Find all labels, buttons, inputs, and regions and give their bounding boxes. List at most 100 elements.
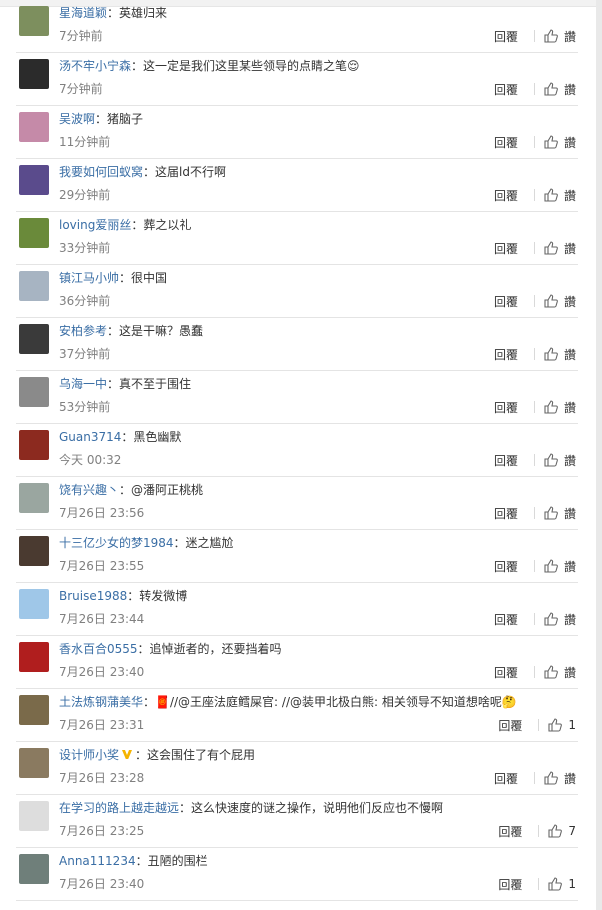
avatar[interactable] <box>19 801 49 831</box>
comment-content: ：黑色幽默 <box>121 430 182 444</box>
scrollbar-track[interactable] <box>596 0 602 910</box>
like-button[interactable]: 1 <box>547 876 576 892</box>
thumbs-up-icon <box>544 506 558 520</box>
comment-author[interactable]: 镇江马小帅 <box>59 271 119 285</box>
like-button[interactable]: 讚 <box>543 346 576 363</box>
avatar[interactable] <box>19 324 49 354</box>
avatar[interactable] <box>19 430 49 460</box>
comment-author[interactable]: 安柏参考 <box>59 324 107 338</box>
like-button[interactable]: 7 <box>547 823 576 839</box>
like-label: 讚 <box>563 665 576 680</box>
comment-time: 36分钟前 <box>59 294 111 308</box>
comment-content: ：🧧//@王座法庭鳕屎官: //@装甲北极白熊: 相关领导不知道想啥呢🤔 <box>143 695 517 709</box>
divider <box>533 83 535 95</box>
like-button[interactable]: 讚 <box>543 770 576 787</box>
divider <box>533 242 535 254</box>
avatar[interactable] <box>19 642 49 672</box>
avatar[interactable] <box>19 695 49 725</box>
comment-author[interactable]: 星海道颖 <box>59 6 107 20</box>
comment-author[interactable]: 汤不牢小宁森 <box>59 59 131 73</box>
comment-time: 7月26日 23:40 <box>59 665 145 679</box>
avatar[interactable] <box>19 218 49 248</box>
comment-time: 7月26日 23:44 <box>59 612 145 626</box>
like-button[interactable]: 讚 <box>543 240 576 257</box>
reply-button[interactable]: 回覆 <box>494 505 518 522</box>
like-button[interactable]: 1 <box>547 717 576 733</box>
comment-author[interactable]: 在学习的路上越走越远 <box>59 801 179 815</box>
like-button[interactable]: 讚 <box>543 399 576 416</box>
like-button[interactable]: 讚 <box>543 293 576 310</box>
comment-author[interactable]: 香水百合0555 <box>59 642 138 656</box>
like-label: 讚 <box>563 188 576 203</box>
comment-author[interactable]: Anna111234 <box>59 854 136 868</box>
comment-content: ：葬之以礼 <box>131 218 192 232</box>
comment-text: Anna111234：丑陋的围栏 <box>59 852 568 870</box>
comment-text: 安柏参考：这是干嘛？愚蠢 <box>59 322 568 340</box>
comment-author[interactable]: 饶有兴趣丶 <box>59 483 119 497</box>
like-button[interactable]: 讚 <box>543 452 576 469</box>
comment-item: 饶有兴趣丶：@潘阿正桃桃 7月26日 23:56 回覆 讚 <box>16 477 578 530</box>
reply-button[interactable]: 回覆 <box>494 81 518 98</box>
avatar[interactable] <box>19 6 49 36</box>
divider <box>533 295 535 307</box>
avatar[interactable] <box>19 271 49 301</box>
avatar[interactable] <box>19 854 49 884</box>
reply-button[interactable]: 回覆 <box>498 823 522 840</box>
comment-actions: 回覆 讚 <box>494 292 576 310</box>
like-button[interactable]: 讚 <box>543 187 576 204</box>
avatar[interactable] <box>19 112 49 142</box>
like-button[interactable]: 讚 <box>543 134 576 151</box>
thumbs-up-icon <box>548 824 563 838</box>
reply-button[interactable]: 回覆 <box>494 134 518 151</box>
comment-text: 我要如何回蚁窝：这届ld不行啊 <box>59 163 568 181</box>
comment-content: ：英雄归来 <box>107 6 168 20</box>
reply-button[interactable]: 回覆 <box>494 664 518 681</box>
like-button[interactable]: 讚 <box>543 81 576 98</box>
reply-button[interactable]: 回覆 <box>494 399 518 416</box>
comment-actions: 回覆 讚 <box>494 239 576 257</box>
like-button[interactable]: 讚 <box>543 611 576 628</box>
comment-author[interactable]: 土法炼钢蒲美华 <box>59 695 143 709</box>
thumbs-up-icon <box>544 241 558 255</box>
avatar[interactable] <box>19 377 49 407</box>
reply-button[interactable]: 回覆 <box>498 717 522 734</box>
avatar[interactable] <box>19 536 49 566</box>
comment-content: ：迷之尴尬 <box>173 536 234 550</box>
reply-button[interactable]: 回覆 <box>494 770 518 787</box>
comment-author[interactable]: Bruise1988 <box>59 589 127 603</box>
like-count: 1 <box>568 877 576 891</box>
like-button[interactable]: 讚 <box>543 664 576 681</box>
thumbs-up-icon <box>544 771 558 785</box>
avatar[interactable] <box>19 165 49 195</box>
reply-button[interactable]: 回覆 <box>494 346 518 363</box>
comment-content: ：真不至于围住 <box>107 377 192 391</box>
comment-actions: 回覆 讚 <box>494 398 576 416</box>
comment-author[interactable]: Guan3714 <box>59 430 121 444</box>
reply-button[interactable]: 回覆 <box>494 611 518 628</box>
reply-button[interactable]: 回覆 <box>498 876 522 893</box>
like-button[interactable]: 讚 <box>543 558 576 575</box>
avatar[interactable] <box>19 748 49 778</box>
comment-content: ：转发微博 <box>127 589 188 603</box>
comment-text: Guan3714：黑色幽默 <box>59 428 568 446</box>
reply-button[interactable]: 回覆 <box>494 187 518 204</box>
avatar[interactable] <box>19 59 49 89</box>
reply-button[interactable]: 回覆 <box>494 28 518 45</box>
comment-author[interactable]: 乌海一中 <box>59 377 107 391</box>
like-button[interactable]: 讚 <box>543 28 576 45</box>
reply-button[interactable]: 回覆 <box>494 558 518 575</box>
comment-time: 7月26日 23:40 <box>59 877 145 891</box>
comment-author[interactable]: 十三亿少女的梦1984 <box>59 536 174 550</box>
like-label: 讚 <box>563 771 576 786</box>
like-button[interactable]: 讚 <box>543 505 576 522</box>
comment-text: 土法炼钢蒲美华：🧧//@王座法庭鳕屎官: //@装甲北极白熊: 相关领导不知道想… <box>59 693 568 711</box>
avatar[interactable] <box>19 483 49 513</box>
comment-author[interactable]: loving爱丽丝 <box>59 218 131 232</box>
reply-button[interactable]: 回覆 <box>494 240 518 257</box>
comment-author[interactable]: 设计师小奖 <box>59 748 119 762</box>
avatar[interactable] <box>19 589 49 619</box>
comment-author[interactable]: 吴波啊 <box>59 112 95 126</box>
reply-button[interactable]: 回覆 <box>494 293 518 310</box>
comment-author[interactable]: 我要如何回蚁窝 <box>59 165 143 179</box>
reply-button[interactable]: 回覆 <box>494 452 518 469</box>
